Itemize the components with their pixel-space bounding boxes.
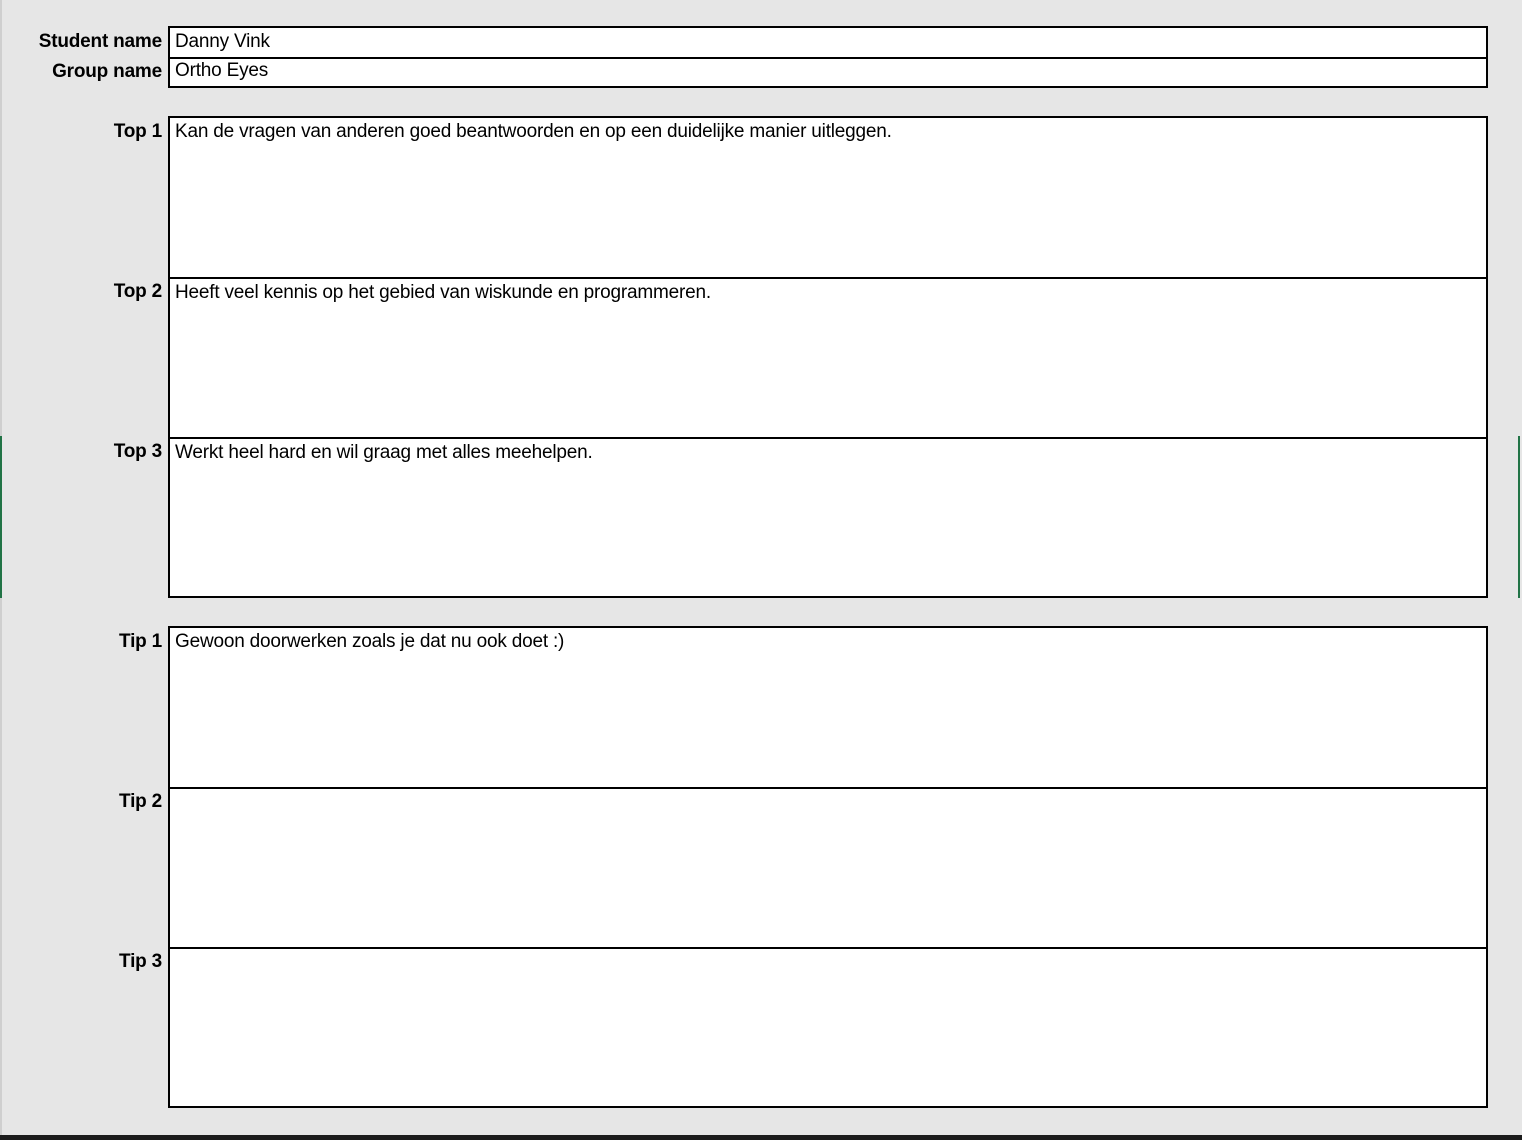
top-3-cell[interactable]: Werkt heel hard en wil graag met alles m… <box>170 437 1486 596</box>
tip-3-label: Tip 3 <box>119 951 162 972</box>
student-name-cell[interactable]: Danny Vink <box>170 28 1486 57</box>
tip-2-label: Tip 2 <box>119 791 162 812</box>
top-3-label: Top 3 <box>113 441 162 462</box>
selection-marker-right <box>1518 436 1520 598</box>
tip-3-cell[interactable] <box>170 947 1486 1106</box>
selection-marker-left <box>0 436 2 598</box>
tops-box: Kan de vragen van anderen goed beantwoor… <box>168 116 1488 598</box>
top-1-label: Top 1 <box>113 121 162 142</box>
tip-2-cell[interactable] <box>170 787 1486 947</box>
top-1-cell[interactable]: Kan de vragen van anderen goed beantwoor… <box>170 118 1486 277</box>
tips-box: Gewoon doorwerken zoals je dat nu ook do… <box>168 626 1488 1108</box>
tip-1-cell[interactable]: Gewoon doorwerken zoals je dat nu ook do… <box>170 628 1486 787</box>
tip-1-label: Tip 1 <box>119 631 162 652</box>
info-box: Danny Vink Ortho Eyes <box>168 26 1488 88</box>
top-2-cell[interactable]: Heeft veel kennis op het gebied van wisk… <box>170 277 1486 437</box>
top-2-label: Top 2 <box>113 281 162 302</box>
feedback-sheet: Student name Group name Danny Vink Ortho… <box>0 0 1522 1140</box>
student-name-label: Student name <box>38 31 162 52</box>
sheet-bottom-edge <box>0 1135 1522 1140</box>
group-name-label: Group name <box>52 61 162 82</box>
group-name-cell[interactable]: Ortho Eyes <box>170 57 1486 86</box>
